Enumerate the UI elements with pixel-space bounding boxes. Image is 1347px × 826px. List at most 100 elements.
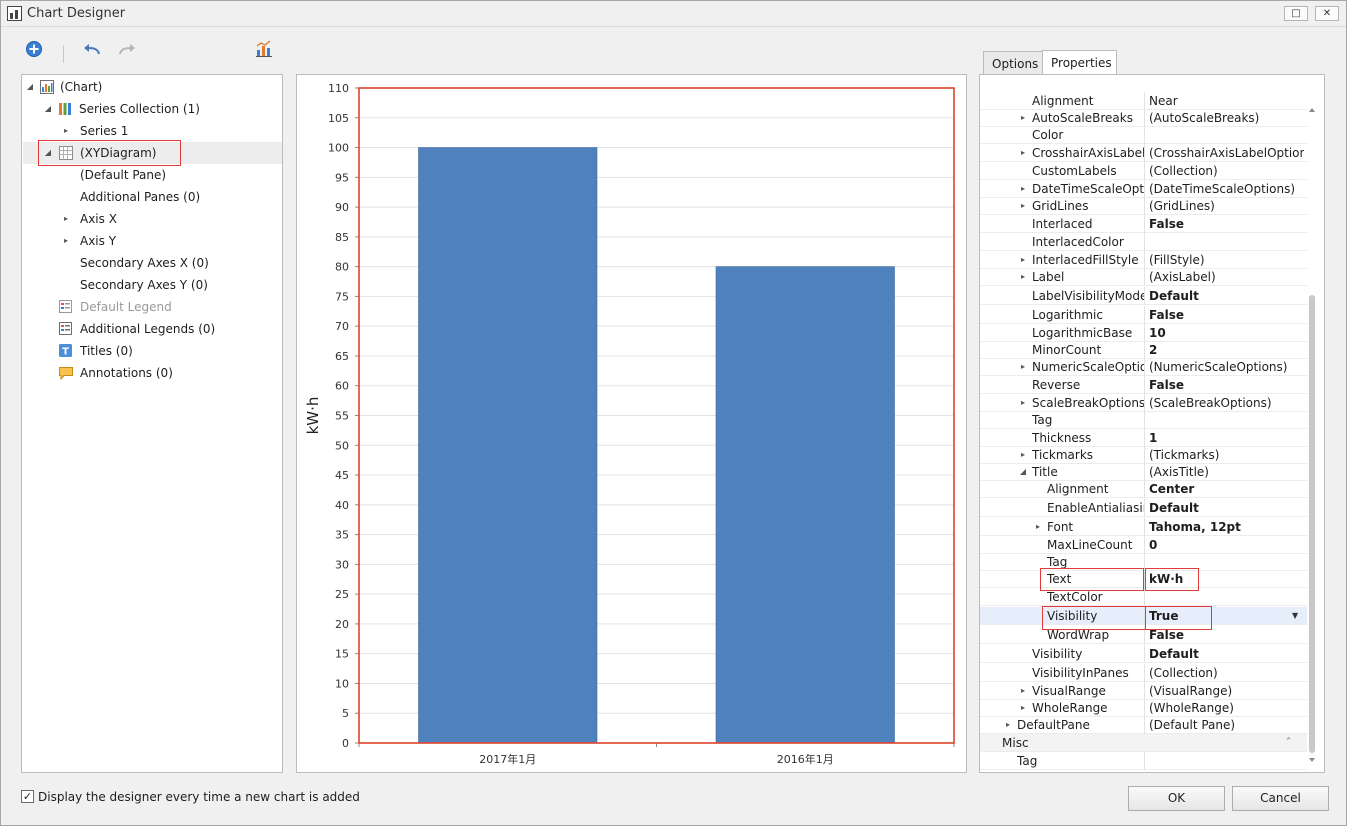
collapsed-chevron-icon[interactable]: ▸ [1019, 109, 1027, 127]
tree-item-secondary-axes-y[interactable]: Secondary Axes Y (0) [22, 274, 282, 296]
tree-item-titles[interactable]: T Titles (0) [22, 340, 282, 362]
property-row[interactable]: ▸ Tickmarks (Tickmarks) [980, 446, 1307, 464]
property-value[interactable]: Default [1149, 287, 1304, 305]
tree-item-additional-panes[interactable]: Additional Panes (0) [22, 186, 282, 208]
property-value[interactable]: Near [1149, 92, 1304, 110]
property-row[interactable]: ▸ Font Tahoma, 12pt [980, 518, 1307, 536]
tree-item-series-collection[interactable]: ◢ Series Collection (1) [22, 98, 282, 120]
property-row[interactable]: ▸ ScaleBreakOptions (ScaleBreakOptions) [980, 394, 1307, 412]
property-value[interactable]: False [1149, 306, 1304, 324]
property-value[interactable]: (CrosshairAxisLabelOptions) [1149, 144, 1304, 162]
property-row[interactable]: MinorCount 2 [980, 341, 1307, 359]
maximize-button[interactable]: □ [1284, 6, 1308, 21]
collapsed-chevron-icon[interactable]: ▸ [1019, 394, 1027, 412]
property-value[interactable]: (DateTimeScaleOptions) [1149, 180, 1304, 198]
property-value[interactable]: Default [1149, 499, 1304, 517]
property-row[interactable]: CustomLabels (Collection) [980, 162, 1307, 180]
collapsed-chevron-icon[interactable]: ▸ [1019, 268, 1027, 286]
collapsed-chevron-icon[interactable]: ▸ [62, 120, 70, 142]
property-row[interactable]: Interlaced False [980, 215, 1307, 233]
property-value[interactable]: (Collection) [1149, 162, 1304, 180]
property-value[interactable]: (VisualRange) [1149, 682, 1304, 700]
tab-options[interactable]: Options [983, 51, 1043, 75]
property-row[interactable]: ▸ VisualRange (VisualRange) [980, 682, 1307, 700]
chart-wizard-button[interactable] [253, 38, 275, 60]
collapsed-chevron-icon[interactable]: ▸ [62, 208, 70, 230]
tree-item-axis-y[interactable]: ▸ Axis Y [22, 230, 282, 252]
collapsed-chevron-icon[interactable]: ▸ [1019, 682, 1027, 700]
property-row[interactable]: ▸ GridLines (GridLines) [980, 197, 1307, 215]
property-row[interactable]: EnableAntialiasing Default [980, 499, 1307, 517]
collapsed-chevron-icon[interactable]: ▸ [1019, 251, 1027, 269]
close-button[interactable]: ✕ [1315, 6, 1339, 21]
property-value[interactable]: (Collection) [1149, 664, 1304, 682]
expanded-chevron-icon[interactable]: ◢ [26, 76, 34, 98]
collapsed-chevron-icon[interactable]: ▸ [1019, 144, 1027, 162]
tree-item-chart[interactable]: ◢ (Chart) [22, 76, 282, 98]
property-row[interactable]: Alignment Near [980, 92, 1307, 110]
property-value[interactable]: (GridLines) [1149, 197, 1304, 215]
property-row[interactable]: ▸ DefaultPane (Default Pane) [980, 716, 1307, 734]
property-row[interactable]: MaxLineCount 0 [980, 536, 1307, 554]
tree-item-series-1[interactable]: ▸ Series 1 [22, 120, 282, 142]
property-value[interactable]: (AutoScaleBreaks) [1149, 109, 1304, 127]
expanded-chevron-icon[interactable]: ◢ [44, 98, 52, 120]
scroll-down-arrow-icon[interactable] [1307, 755, 1317, 765]
tree-item-annotations[interactable]: Annotations (0) [22, 362, 282, 384]
property-value[interactable]: 2 [1149, 341, 1304, 359]
expanded-chevron-icon[interactable]: ◢ [1019, 463, 1027, 481]
property-row[interactable]: ▸ InterlacedFillStyle (FillStyle) [980, 251, 1307, 269]
property-row[interactable]: Visibility Default [980, 645, 1307, 663]
property-row[interactable]: Logarithmic False [980, 306, 1307, 324]
tree-item-default-pane[interactable]: (Default Pane) [22, 164, 282, 186]
property-row[interactable]: Color [980, 126, 1307, 144]
property-row[interactable]: Reverse False [980, 376, 1307, 394]
property-value[interactable]: (FillStyle) [1149, 251, 1304, 269]
collapsed-chevron-icon[interactable]: ▸ [1019, 180, 1027, 198]
property-row[interactable]: Tag [980, 752, 1307, 770]
property-row[interactable]: ▸ NumericScaleOptions (NumericScaleOptions… [980, 358, 1307, 376]
property-value[interactable]: Center [1149, 480, 1304, 498]
property-value[interactable]: 0 [1149, 536, 1304, 554]
property-row[interactable]: ▸ AutoScaleBreaks (AutoScaleBreaks) [980, 109, 1307, 127]
property-row[interactable]: ▸ CrosshairAxisLabelOptions (CrosshairAxis… [980, 144, 1307, 162]
bar-chart[interactable]: 0 5 10 15 20 25 30 35 40 45 50 55 60 65 70 75 80 85 90 95 10… [297, 75, 966, 772]
collapsed-chevron-icon[interactable]: ▸ [1004, 716, 1012, 734]
property-value[interactable]: (AxisTitle) [1149, 463, 1304, 481]
checkbox-box[interactable]: ✓ [21, 790, 34, 803]
tab-properties[interactable]: Properties [1042, 50, 1117, 75]
property-value[interactable]: Tahoma, 12pt [1149, 518, 1304, 536]
property-row[interactable]: VisibilityInPanes (Collection) [980, 664, 1307, 682]
undo-button[interactable] [81, 38, 103, 60]
collapsed-chevron-icon[interactable]: ▸ [1019, 699, 1027, 717]
property-row[interactable]: LabelVisibilityMode Default [980, 287, 1307, 305]
property-value[interactable]: (NumericScaleOptions) [1149, 358, 1304, 376]
property-row[interactable]: ◢ Title (AxisTitle) [980, 463, 1307, 481]
collapsed-chevron-icon[interactable]: ▸ [1034, 518, 1042, 536]
collapsed-chevron-icon[interactable]: ▸ [1019, 358, 1027, 376]
property-row[interactable]: InterlacedColor [980, 233, 1307, 251]
cancel-button[interactable]: Cancel [1232, 786, 1329, 811]
property-value[interactable]: (ScaleBreakOptions) [1149, 394, 1304, 412]
collapsed-chevron-icon[interactable]: ▸ [62, 230, 70, 252]
property-row[interactable]: Thickness 1 [980, 429, 1307, 447]
tree-item-additional-legends[interactable]: Additional Legends (0) [22, 318, 282, 340]
collapsed-chevron-icon[interactable]: ▸ [1019, 446, 1027, 464]
scroll-up-arrow-icon[interactable] [1307, 105, 1317, 115]
property-value[interactable]: 1 [1149, 429, 1304, 447]
property-value[interactable]: (AxisLabel) [1149, 268, 1304, 286]
collapse-category-icon[interactable]: ˄ [1286, 734, 1291, 752]
redo-button[interactable] [116, 38, 138, 60]
property-row[interactable]: Tag [980, 411, 1307, 429]
property-row[interactable]: Alignment Center [980, 480, 1307, 498]
property-category-row[interactable]: Misc ˄ [980, 734, 1307, 752]
property-row[interactable]: ▸ Label (AxisLabel) [980, 268, 1307, 286]
ok-button[interactable]: OK [1128, 786, 1225, 811]
tree-item-default-legend[interactable]: Default Legend [22, 296, 282, 318]
scroll-thumb[interactable] [1309, 295, 1315, 753]
dropdown-arrow-icon[interactable]: ▼ [1292, 607, 1298, 625]
property-row[interactable]: ▸ DateTimeScaleOptions (DateTimeScaleOptio… [980, 180, 1307, 198]
property-row[interactable]: LogarithmicBase 10 [980, 324, 1307, 342]
property-value[interactable]: False [1149, 215, 1304, 233]
collapsed-chevron-icon[interactable]: ▸ [1019, 197, 1027, 215]
